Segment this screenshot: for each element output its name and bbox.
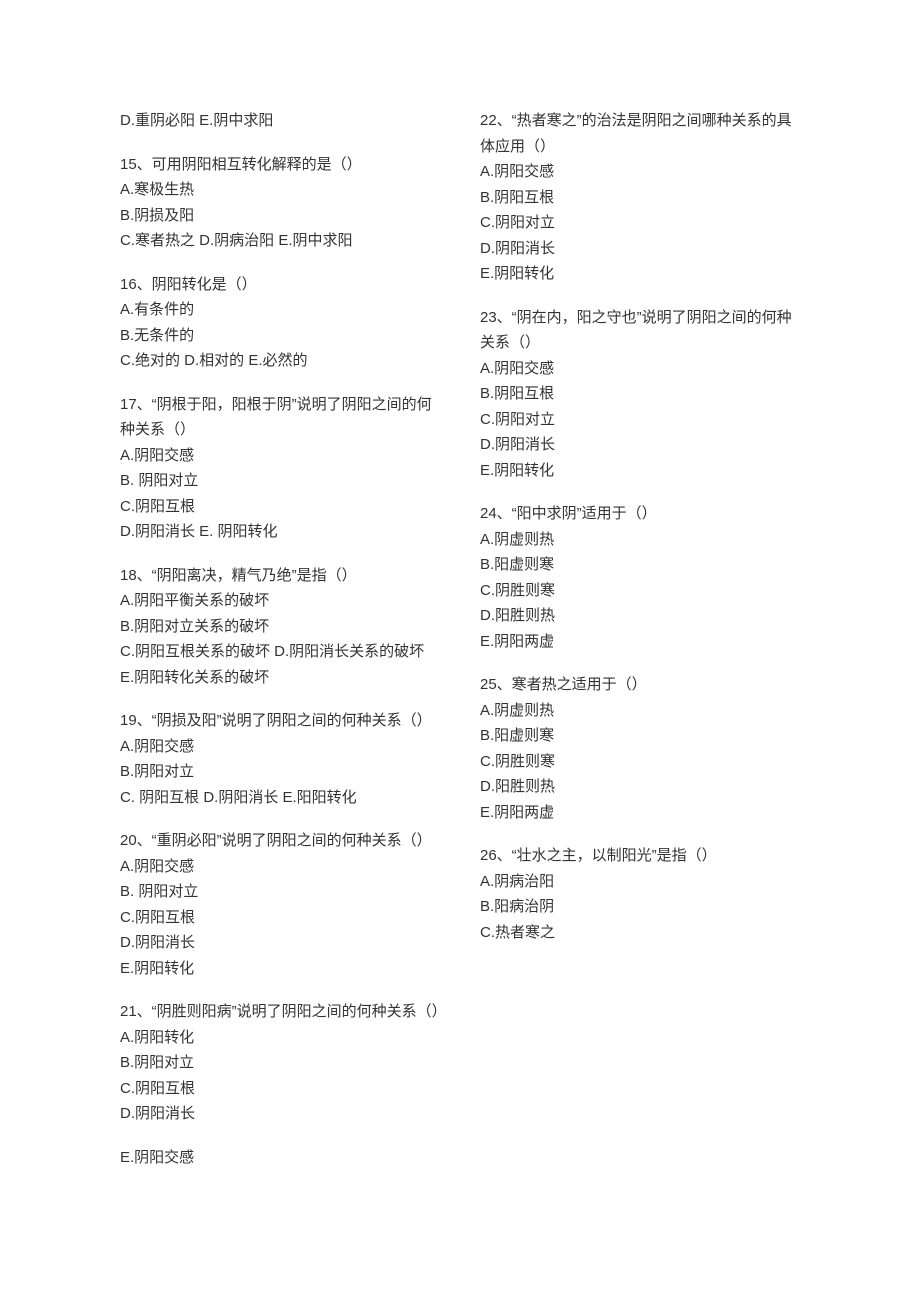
option-text: C.寒者热之 D.阴病治阳 E.阴中求阳 bbox=[120, 228, 440, 254]
option-text: B.阴阳对立关系的破坏 bbox=[120, 614, 440, 640]
option-text: A.阴阳交感 bbox=[120, 443, 440, 469]
option-text: B.阳虚则寒 bbox=[480, 552, 800, 578]
option-text: C. 阴阳互根 D.阴阳消长 E.阳阳转化 bbox=[120, 785, 440, 811]
option-text: A.阴阳交感 bbox=[480, 356, 800, 382]
question-block: 19、“阴损及阳”说明了阴阳之间的何种关系（）A.阴阳交感B.阴阳对立C. 阴阳… bbox=[120, 708, 440, 810]
question-block: 24、“阳中求阴”适用于（）A.阴虚则热B.阳虚则寒C.阴胜则寒D.阳胜则热E.… bbox=[480, 501, 800, 654]
option-text: A.阴阳交感 bbox=[120, 854, 440, 880]
question-block: 22、“热者寒之”的治法是阴阳之间哪种关系的具体应用（）A.阴阳交感B.阴阳互根… bbox=[480, 108, 800, 287]
option-text: C.阴胜则寒 bbox=[480, 749, 800, 775]
question-block: 16、阴阳转化是（）A.有条件的B.无条件的C.绝对的 D.相对的 E.必然的 bbox=[120, 272, 440, 374]
question-text: 22、“热者寒之”的治法是阴阳之间哪种关系的具体应用（） bbox=[480, 108, 800, 159]
question-text: 20、“重阴必阳”说明了阴阳之间的何种关系（） bbox=[120, 828, 440, 854]
orphan-line-left: D.重阴必阳 E.阴中求阳 bbox=[120, 108, 440, 134]
option-text: A.阴虚则热 bbox=[480, 527, 800, 553]
option-text: E.阴阳转化 bbox=[120, 956, 440, 982]
option-text: C.阴阳互根 bbox=[120, 1076, 440, 1102]
option-text: B. 阴阳对立 bbox=[120, 879, 440, 905]
question-block: 20、“重阴必阳”说明了阴阳之间的何种关系（）A.阴阳交感B. 阴阳对立C.阴阳… bbox=[120, 828, 440, 981]
option-text: D.阴阳消长 bbox=[480, 432, 800, 458]
option-text: A.阴阳交感 bbox=[480, 159, 800, 185]
option-text: A.阴阳交感 bbox=[120, 734, 440, 760]
option-text: A.有条件的 bbox=[120, 297, 440, 323]
option-text: A.阴病治阳 bbox=[480, 869, 800, 895]
question-text: 18、“阴阳离决，精气乃绝”是指（） bbox=[120, 563, 440, 589]
option-text: D.阴阳消长 bbox=[120, 1101, 440, 1127]
option-text: B.阴阳对立 bbox=[120, 759, 440, 785]
option-text: B.阴损及阳 bbox=[120, 203, 440, 229]
question-text: 26、“壮水之主，以制阳光”是指（） bbox=[480, 843, 800, 869]
question-block: 23、“阴在内，阳之守也”说明了阴阳之间的何种关系（）A.阴阳交感B.阴阳互根C… bbox=[480, 305, 800, 484]
option-text: D.阴阳消长 E. 阴阳转化 bbox=[120, 519, 440, 545]
question-text: 17、“阴根于阳，阳根于阴”说明了阴阳之间的何种关系（） bbox=[120, 392, 440, 443]
option-text: B.无条件的 bbox=[120, 323, 440, 349]
question-text: 24、“阳中求阴”适用于（） bbox=[480, 501, 800, 527]
question-block: 21、“阴胜则阳病”说明了阴阳之间的何种关系（）A.阴阳转化B.阴阳对立C.阴阳… bbox=[120, 999, 440, 1127]
question-block: 18、“阴阳离决，精气乃绝”是指（）A.阴阳平衡关系的破坏B.阴阳对立关系的破坏… bbox=[120, 563, 440, 691]
option-text: B.阳虚则寒 bbox=[480, 723, 800, 749]
question-block: 25、寒者热之适用于（）A.阴虚则热B.阳虚则寒C.阴胜则寒D.阳胜则热E.阴阳… bbox=[480, 672, 800, 825]
option-text: D.阴阳消长 bbox=[120, 930, 440, 956]
option-text: D.阳胜则热 bbox=[480, 774, 800, 800]
option-text: A.阴阳平衡关系的破坏 bbox=[120, 588, 440, 614]
orphan-line-right: E.阴阳交感 bbox=[120, 1145, 440, 1171]
option-text: C.绝对的 D.相对的 E.必然的 bbox=[120, 348, 440, 374]
question-text: 16、阴阳转化是（） bbox=[120, 272, 440, 298]
question-text: 25、寒者热之适用于（） bbox=[480, 672, 800, 698]
option-text: B.阴阳互根 bbox=[480, 381, 800, 407]
option-text: C.阴阳互根 bbox=[120, 494, 440, 520]
option-text: E.阴阳转化 bbox=[480, 261, 800, 287]
question-text: 23、“阴在内，阳之守也”说明了阴阳之间的何种关系（） bbox=[480, 305, 800, 356]
option-text: B.阴阳对立 bbox=[120, 1050, 440, 1076]
option-text: B.阴阳互根 bbox=[480, 185, 800, 211]
option-text: A.阴虚则热 bbox=[480, 698, 800, 724]
question-text: 19、“阴损及阳”说明了阴阳之间的何种关系（） bbox=[120, 708, 440, 734]
option-text: C.阴阳互根关系的破坏 D.阴阳消长关系的破坏 E.阴阳转化关系的破坏 bbox=[120, 639, 440, 690]
question-block: 17、“阴根于阳，阳根于阴”说明了阴阳之间的何种关系（）A.阴阳交感B. 阴阳对… bbox=[120, 392, 440, 545]
option-text: C.阴胜则寒 bbox=[480, 578, 800, 604]
question-text: 21、“阴胜则阳病”说明了阴阳之间的何种关系（） bbox=[120, 999, 440, 1025]
option-text: B.阳病治阴 bbox=[480, 894, 800, 920]
option-text: C.阴阳对立 bbox=[480, 210, 800, 236]
option-text: D.阳胜则热 bbox=[480, 603, 800, 629]
option-text: E.阴阳两虚 bbox=[480, 629, 800, 655]
option-text: B. 阴阳对立 bbox=[120, 468, 440, 494]
question-block: 15、可用阴阳相互转化解释的是（）A.寒极生热B.阴损及阳C.寒者热之 D.阴病… bbox=[120, 152, 440, 254]
option-text: E.阴阳两虚 bbox=[480, 800, 800, 826]
option-text: A.阴阳转化 bbox=[120, 1025, 440, 1051]
option-text: E.阴阳转化 bbox=[480, 458, 800, 484]
option-text: C.热者寒之 bbox=[480, 920, 800, 946]
question-block: 26、“壮水之主，以制阳光”是指（）A.阴病治阳B.阳病治阴C.热者寒之 bbox=[480, 843, 800, 945]
option-text: A.寒极生热 bbox=[120, 177, 440, 203]
option-text: C.阴阳互根 bbox=[120, 905, 440, 931]
question-text: 15、可用阴阳相互转化解释的是（） bbox=[120, 152, 440, 178]
option-text: C.阴阳对立 bbox=[480, 407, 800, 433]
option-text: D.阴阳消长 bbox=[480, 236, 800, 262]
